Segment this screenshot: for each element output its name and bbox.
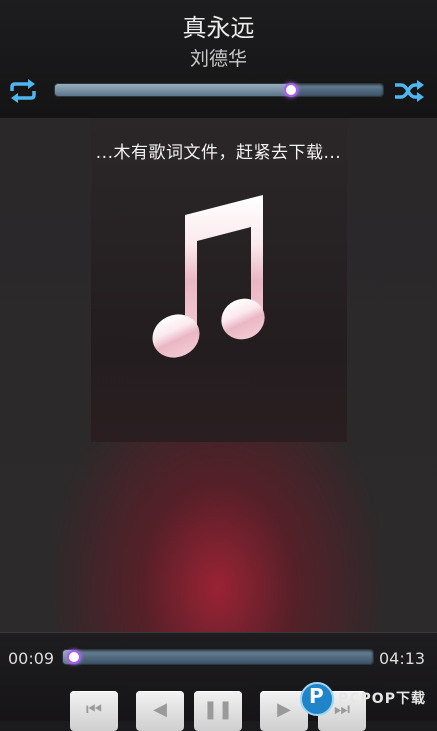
volume-fill bbox=[55, 84, 292, 96]
logo-text: PCPOP下载 bbox=[338, 691, 426, 707]
now-playing-header: 真永远 刘德华 bbox=[0, 0, 437, 118]
logo-p-mark: P bbox=[309, 684, 324, 708]
skip-previous-icon: ⏮ bbox=[85, 699, 103, 720]
shuffle-button[interactable] bbox=[392, 77, 426, 105]
rewind-button[interactable]: ◀ bbox=[136, 691, 184, 731]
prev-button[interactable]: ⏮ bbox=[70, 691, 118, 731]
pause-icon: ❚❚ bbox=[202, 699, 234, 720]
volume-thumb[interactable] bbox=[284, 83, 299, 97]
shuffle-icon bbox=[395, 80, 424, 102]
rewind-icon: ◀ bbox=[153, 699, 167, 720]
song-title: 真永远 bbox=[182, 14, 255, 42]
artist-name: 刘德华 bbox=[189, 48, 247, 70]
repeat-icon bbox=[10, 79, 36, 103]
music-note-icon bbox=[152, 195, 265, 358]
pause-button[interactable]: ❚❚ bbox=[194, 691, 242, 731]
volume-slider[interactable] bbox=[55, 83, 383, 97]
progress-thumb[interactable] bbox=[67, 650, 82, 664]
elapsed-time: 00:09 bbox=[8, 649, 55, 668]
album-art bbox=[91, 118, 347, 442]
progress-slider[interactable] bbox=[63, 650, 373, 664]
total-time: 04:13 bbox=[379, 649, 426, 668]
repeat-button[interactable] bbox=[6, 77, 40, 105]
watermark-logo: P PCPOP下载 bbox=[300, 680, 437, 720]
lyrics-message: ...木有歌词文件，赶紧去下载... bbox=[95, 143, 342, 163]
player-main-area bbox=[0, 118, 437, 632]
